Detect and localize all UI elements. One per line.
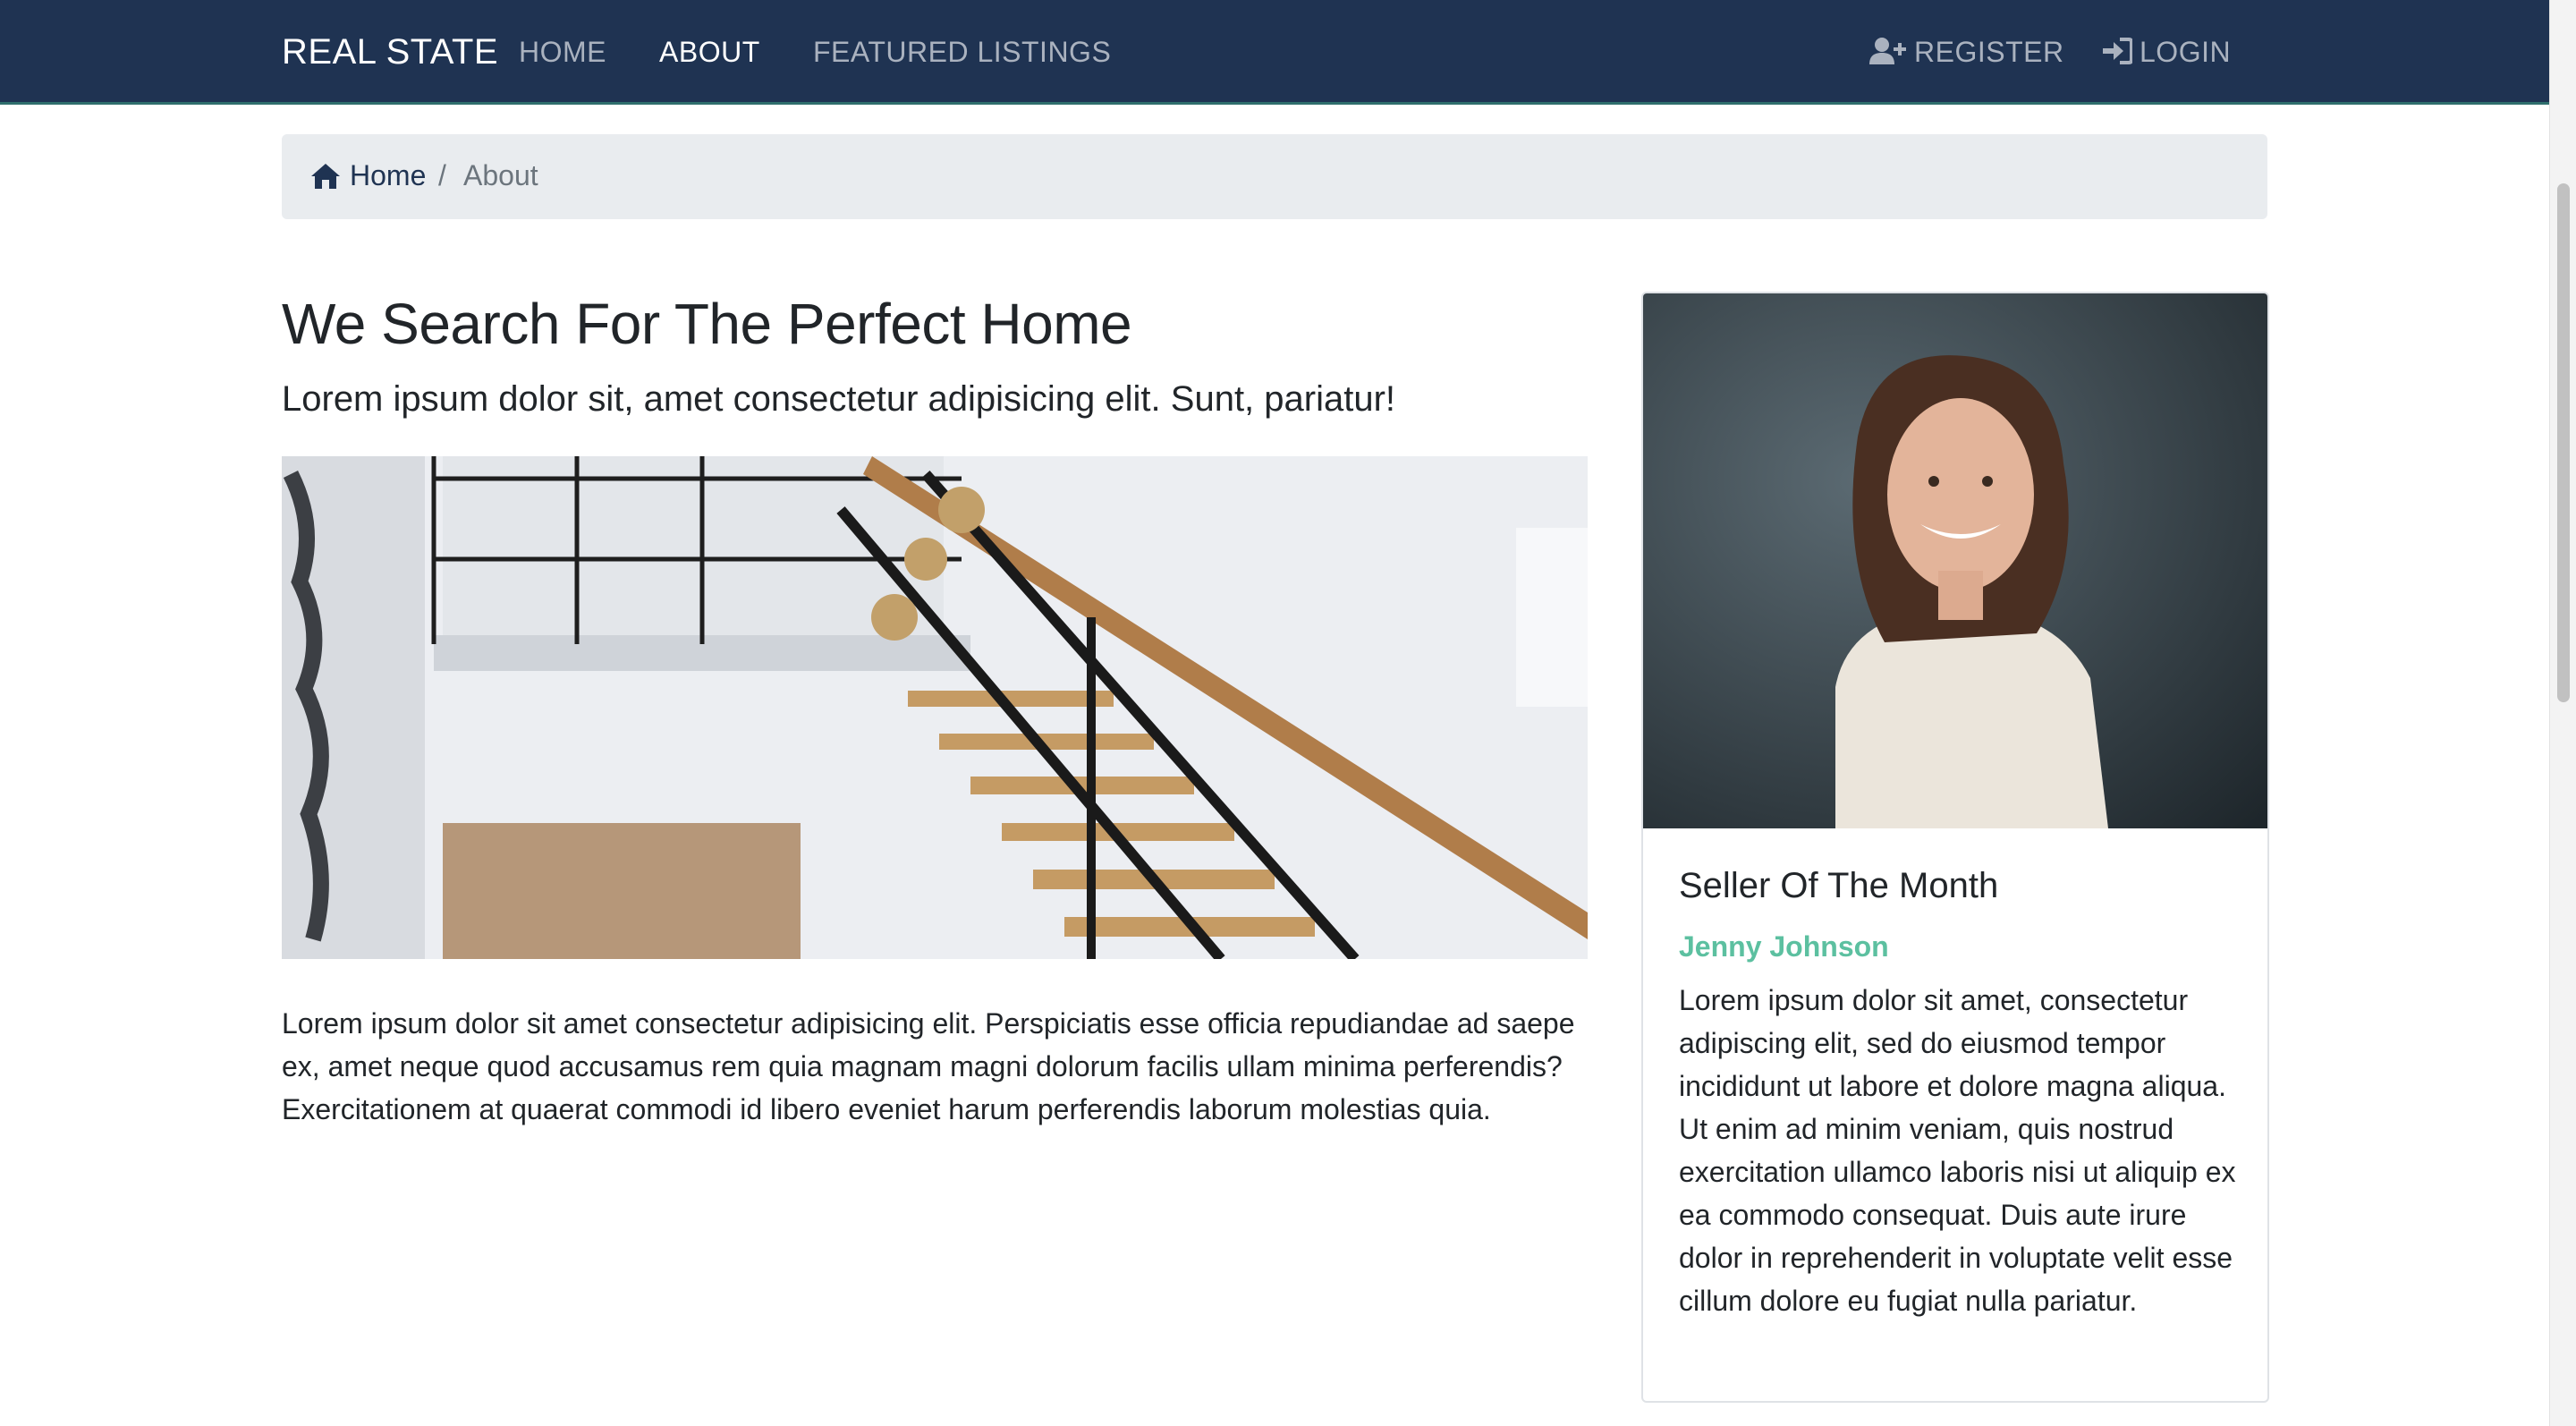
seller-name: Jenny Johnson: [1679, 930, 1889, 963]
top-navbar: REAL STATE HOME ABOUT FEATURED LISTINGS …: [0, 0, 2549, 105]
breadcrumb-home-link[interactable]: Home: [310, 159, 426, 192]
page-lead: Lorem ipsum dolor sit, amet consectetur …: [282, 379, 1396, 419]
nav-about[interactable]: ABOUT: [659, 36, 760, 69]
brand-logo[interactable]: REAL STATE: [282, 32, 498, 72]
scrollbar-thumb[interactable]: [2557, 183, 2570, 702]
breadcrumb-current: About: [463, 159, 538, 191]
login-link[interactable]: LOGIN: [2102, 36, 2231, 69]
card-title: Seller Of The Month: [1679, 866, 1999, 905]
breadcrumb: Home / About: [282, 134, 2267, 219]
about-body-text: Lorem ipsum dolor sit amet consectetur a…: [282, 1007, 1575, 1125]
seller-description: Lorem ipsum dolor sit amet, consectetur …: [1679, 984, 2236, 1317]
staircase-image: [282, 456, 1588, 959]
register-label: REGISTER: [1914, 36, 2064, 68]
sign-in-icon: [2103, 38, 2133, 64]
nav-home[interactable]: HOME: [519, 36, 606, 69]
home-icon: [311, 163, 340, 189]
seller-of-month-card: Seller Of The Month Jenny Johnson Lorem …: [1641, 292, 2269, 1403]
seller-photo: [1643, 293, 2267, 828]
nav-featured-listings[interactable]: FEATURED LISTINGS: [813, 36, 1111, 69]
page-title: We Search For The Perfect Home: [282, 292, 1132, 356]
register-link[interactable]: REGISTER: [1869, 36, 2064, 69]
login-label: LOGIN: [2140, 36, 2232, 68]
user-plus-icon: [1869, 38, 1906, 64]
breadcrumb-separator: /: [438, 159, 446, 191]
page-scrollbar[interactable]: [2549, 0, 2576, 1426]
breadcrumb-home-label: Home: [350, 159, 427, 191]
